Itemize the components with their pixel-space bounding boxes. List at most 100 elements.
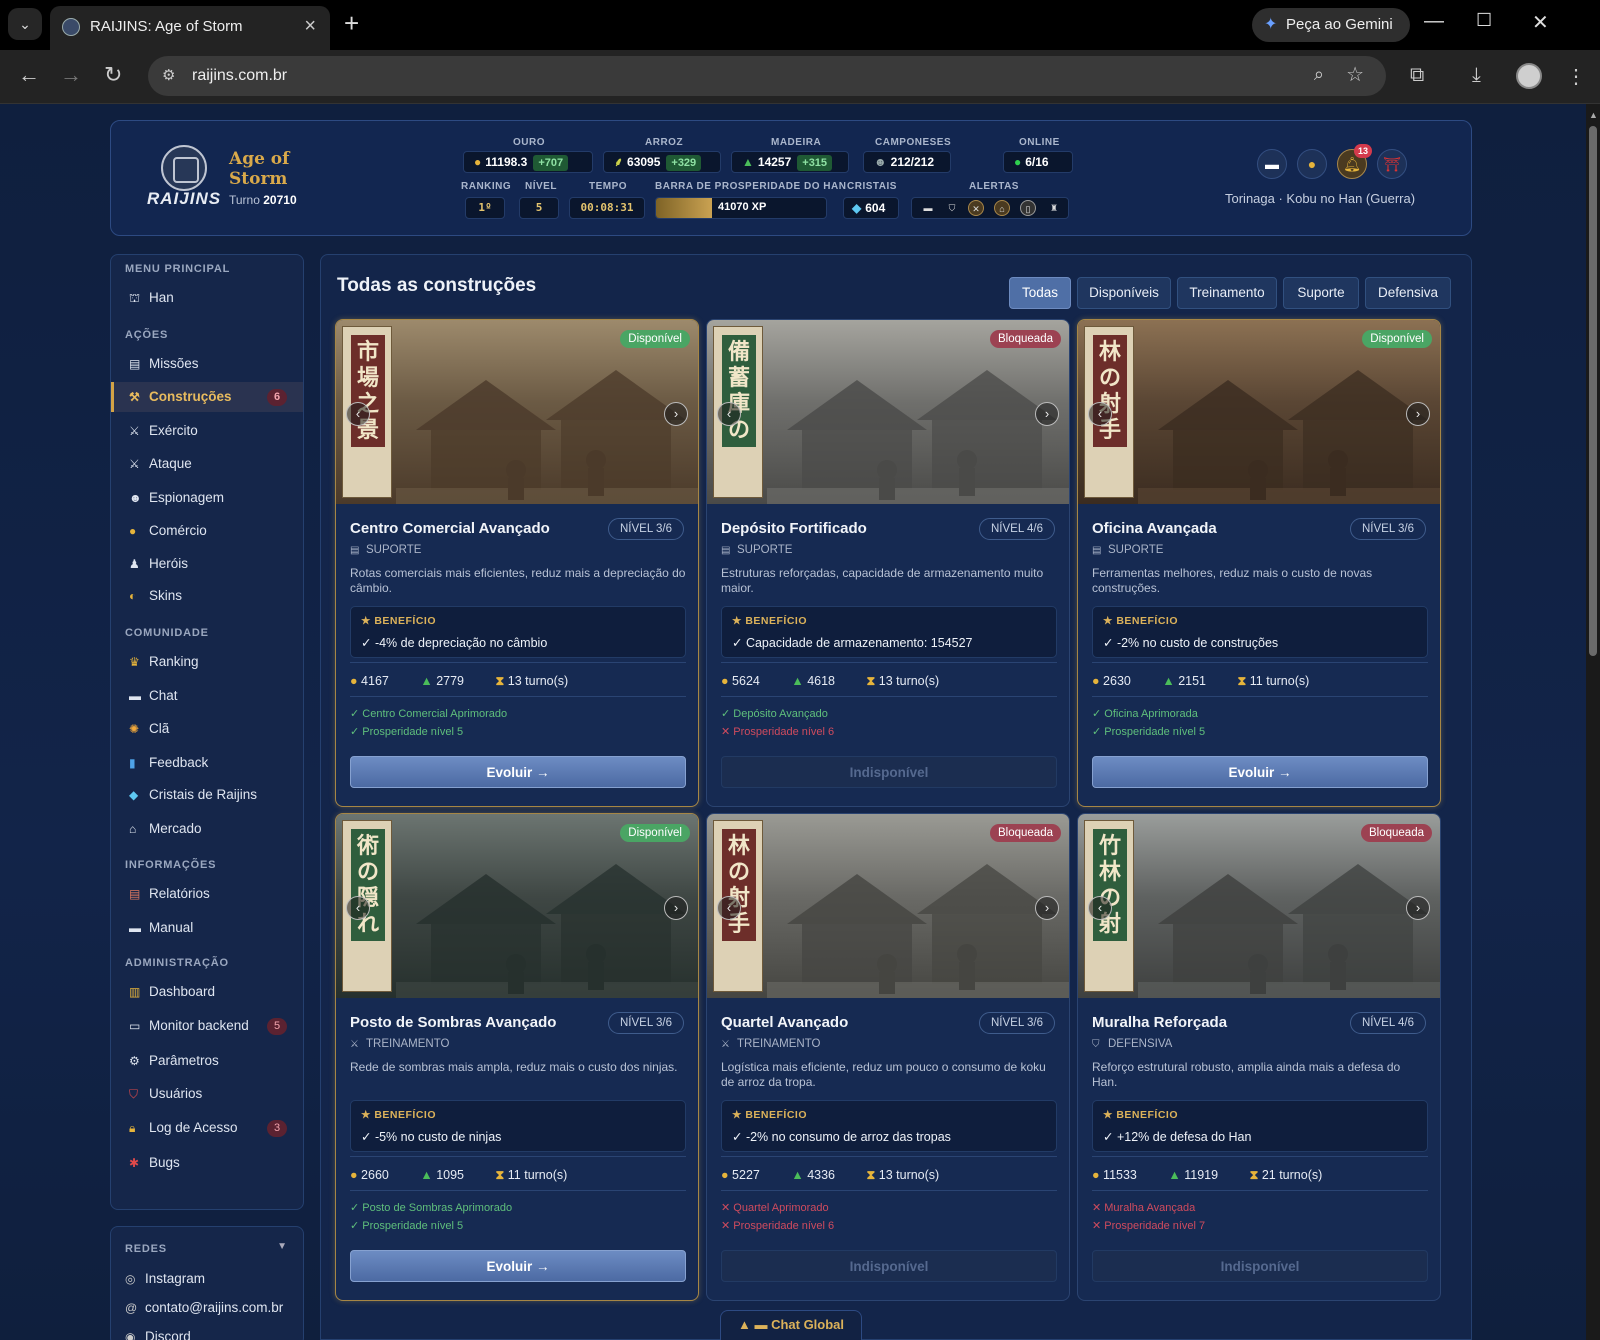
shield-alert-icon[interactable]: ⛉ <box>944 200 960 216</box>
instagram-link[interactable]: ◎ Instagram <box>125 1271 205 1286</box>
site-info-icon[interactable]: ⚙ <box>162 66 175 84</box>
bookmark-star-icon[interactable]: ☆ <box>1346 62 1364 87</box>
evolve-button[interactable]: Evoluir → <box>350 756 686 788</box>
building-name: Posto de Sombras Avançado <box>350 1014 557 1031</box>
sword-icon: ⚔ <box>129 457 140 471</box>
sidebar-item-dashboard[interactable]: ▥ Dashboard <box>111 977 303 1007</box>
sidebar-item-monitor[interactable]: ▭ Monitor backend 5 <box>111 1011 303 1041</box>
next-image-arrow-icon[interactable]: › <box>1035 402 1059 426</box>
next-image-arrow-icon[interactable]: › <box>664 896 688 920</box>
divider <box>1092 696 1428 697</box>
evolve-button[interactable]: Evoluir → <box>350 1250 686 1282</box>
building-category: ▤ SUPORTE <box>721 544 793 556</box>
prev-image-arrow-icon[interactable]: ‹ <box>346 896 370 920</box>
sidebar-item-heroes[interactable]: ♟ Heróis <box>111 549 303 579</box>
sidebar-item-chat[interactable]: ▬ Chat <box>111 681 303 711</box>
profile-avatar[interactable] <box>1516 63 1542 89</box>
notifications-button[interactable]: 🔔︎ 13 <box>1337 144 1372 179</box>
page-scrollbar[interactable]: ▲ <box>1586 104 1600 1340</box>
omnibox[interactable]: ⚙ raijins.com.br ⌕ ☆ <box>148 56 1386 96</box>
sidebar-item-han[interactable]: ⛫ Han <box>111 283 303 313</box>
sidebar-item-feedback[interactable]: ▮ Feedback <box>111 748 303 778</box>
sidebar-item-army[interactable]: ⚔ Exército <box>111 416 303 446</box>
prev-image-arrow-icon[interactable]: ‹ <box>717 402 741 426</box>
level-label: NÍVEL <box>525 181 557 192</box>
scroll-alert-icon[interactable]: ▯ <box>1020 200 1036 216</box>
category-icon: ⛉ <box>1092 1039 1100 1050</box>
torii-button[interactable]: ⛩︎ <box>1377 149 1407 179</box>
treasury-button[interactable]: ● <box>1297 149 1327 179</box>
tab-list-button[interactable]: ⌄ <box>8 8 42 40</box>
sidebar-item-users[interactable]: ⛉ Usuários <box>111 1079 303 1109</box>
next-image-arrow-icon[interactable]: › <box>1406 896 1430 920</box>
back-icon[interactable]: ← <box>18 62 40 88</box>
requirement-2: ✓ Prosperidade nível 5 <box>350 1220 464 1232</box>
prev-image-arrow-icon[interactable]: ‹ <box>717 896 741 920</box>
filter-available[interactable]: Disponíveis <box>1077 277 1171 309</box>
unavailable-button[interactable]: Indisponível <box>721 1250 1057 1282</box>
star-icon: ★ <box>1103 1109 1117 1121</box>
sidebar-item-ranking[interactable]: ♛ Ranking <box>111 647 303 677</box>
sidebar-item-params[interactable]: ⚙ Parâmetros <box>111 1046 303 1076</box>
extensions-icon[interactable]: ⧉ <box>1410 64 1424 87</box>
next-image-arrow-icon[interactable]: › <box>1406 402 1430 426</box>
benefit-value: ✓ Capacidade de armazenamento: 154527 <box>732 636 973 650</box>
prev-image-arrow-icon[interactable]: ‹ <box>346 402 370 426</box>
hero-icon: ♟ <box>129 557 140 571</box>
filter-defensive[interactable]: Defensiva <box>1365 277 1451 309</box>
sidebar-item-espionage[interactable]: ☻ Espionagem <box>111 483 303 513</box>
maximize-icon[interactable]: ☐ <box>1476 10 1492 31</box>
download-icon[interactable]: ⤓ <box>1472 64 1481 87</box>
sidebar-item-buildings[interactable]: ⚒ Construções 6 <box>111 382 303 412</box>
player-info[interactable]: Torinaga · Kobu no Han (Guerra) <box>1225 191 1415 206</box>
filter-support[interactable]: Suporte <box>1283 277 1359 309</box>
sidebar-item-missions[interactable]: ▤ Missões <box>111 349 303 379</box>
next-image-arrow-icon[interactable]: › <box>1035 896 1059 920</box>
scrollbar-thumb[interactable] <box>1589 126 1597 656</box>
filter-all[interactable]: Todas <box>1009 277 1071 309</box>
ninja-alert-icon[interactable]: ♜ <box>1046 200 1062 216</box>
prev-image-arrow-icon[interactable]: ‹ <box>1088 896 1112 920</box>
prev-image-arrow-icon[interactable]: ‹ <box>1088 402 1112 426</box>
sidebar-item-crystals[interactable]: ◆ Cristais de Raijins <box>111 780 303 810</box>
close-window-icon[interactable]: ✕ <box>1532 10 1549 35</box>
url-text[interactable]: raijins.com.br <box>192 67 287 85</box>
sidebar-item-bugs[interactable]: ✱ Bugs <box>111 1148 303 1178</box>
sidebar-item-skins[interactable]: ◐ Skins <box>111 581 303 611</box>
next-image-arrow-icon[interactable]: › <box>664 402 688 426</box>
new-tab-button[interactable]: + <box>344 8 359 39</box>
sidebar-item-manual[interactable]: ▬ Manual <box>111 913 303 943</box>
zoom-icon[interactable]: ⌕ <box>1314 64 1324 85</box>
evolve-button[interactable]: Evoluir → <box>1092 756 1428 788</box>
browser-tab[interactable]: RAIJINS: Age of Storm × <box>50 6 330 50</box>
sidebar-item-reports[interactable]: ▤ Relatórios <box>111 879 303 909</box>
mail-alert-icon[interactable]: ▬ <box>920 200 936 216</box>
gemini-button[interactable]: ✦ Peça ao Gemini <box>1252 8 1410 42</box>
close-tab-icon[interactable]: × <box>304 15 316 38</box>
wood-stat: ▲ 14257 +315 <box>731 151 849 173</box>
sidebar-item-attack[interactable]: ⚔ Ataque <box>111 449 303 479</box>
swords-alert-icon[interactable]: ✕ <box>968 200 984 216</box>
clipboard-icon: ▤ <box>129 357 141 371</box>
email-link[interactable]: @ contato@raijins.com.br <box>125 1300 283 1315</box>
menu-kebab-icon[interactable]: ⋮ <box>1566 64 1586 89</box>
discord-link[interactable]: ◉ Discord <box>125 1329 191 1340</box>
building-alert-icon[interactable]: ⌂ <box>994 200 1010 216</box>
forward-icon[interactable]: → <box>60 62 82 88</box>
minimize-icon[interactable]: — <box>1424 10 1444 33</box>
chat-global-tab[interactable]: ▲ ▬ Chat Global <box>720 1310 862 1340</box>
collapse-caret-icon[interactable]: ▼ <box>277 1241 287 1252</box>
email-icon: @ <box>125 1301 138 1315</box>
messages-button[interactable]: ▬ <box>1257 149 1287 179</box>
section-community: COMUNIDADE <box>125 627 209 639</box>
unavailable-button[interactable]: Indisponível <box>721 756 1057 788</box>
sidebar-item-market[interactable]: ⌂ Mercado <box>111 814 303 844</box>
sidebar-item-clan[interactable]: ✺ Clã <box>111 714 303 744</box>
sidebar-item-access-log[interactable]: 🔒︎ Log de Acesso 3 <box>111 1113 303 1143</box>
unavailable-button[interactable]: Indisponível <box>1092 1250 1428 1282</box>
filter-training[interactable]: Treinamento <box>1177 277 1277 309</box>
sidebar-item-commerce[interactable]: ● Comércio <box>111 516 303 546</box>
page-title: Todas as construções <box>337 275 537 296</box>
benefit-label: ★ BENEFÍCIO <box>361 615 437 627</box>
reload-icon[interactable]: ↻ <box>104 62 122 88</box>
